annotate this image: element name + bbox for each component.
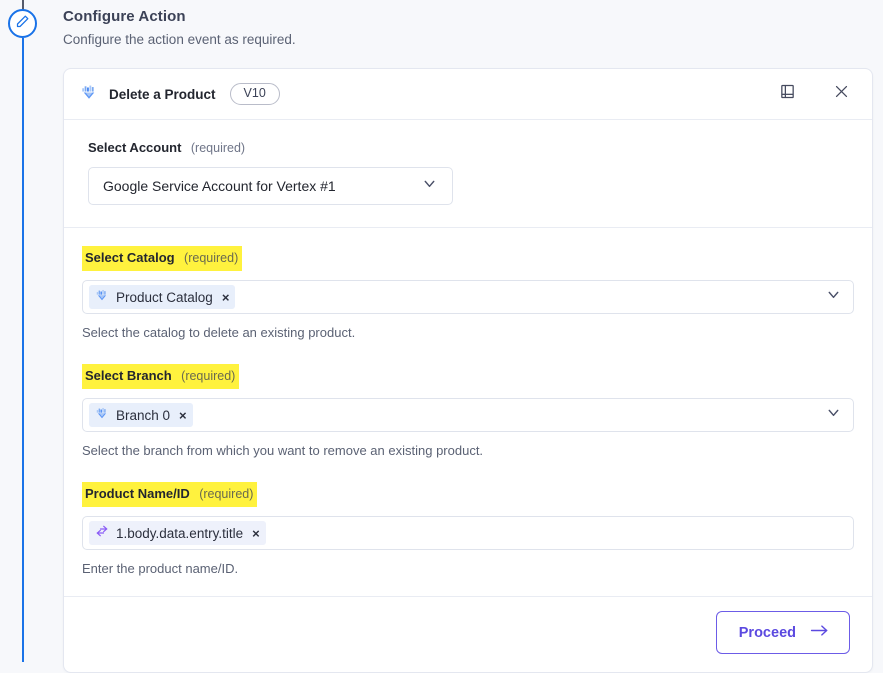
configure-action-card: Delete a Product V10 Select Account (req…	[63, 68, 873, 673]
page-title: Configure Action	[63, 8, 186, 25]
proceed-button[interactable]: Proceed	[715, 611, 850, 654]
product-name-chip-label: 1.body.data.entry.title	[116, 525, 244, 541]
catalog-helper-text: Select the catalog to delete an existing…	[82, 325, 356, 340]
branch-chip-remove-icon[interactable]: ×	[179, 409, 187, 422]
branch-label: Select Branch	[85, 368, 172, 383]
catalog-required-hint: (required)	[184, 251, 239, 265]
docs-button[interactable]	[774, 81, 800, 107]
timeline-line-bottom	[22, 38, 24, 662]
book-icon	[779, 83, 796, 105]
vertex-ai-retail-icon	[80, 83, 98, 106]
card-footer: Proceed	[64, 597, 872, 672]
chevron-down-icon	[825, 404, 842, 426]
product-name-chip-area: 1.body.data.entry.title ×	[89, 521, 845, 545]
catalog-input[interactable]: Product Catalog ×	[82, 280, 854, 314]
account-select-value: Google Service Account for Vertex #1	[103, 178, 336, 194]
vertex-ai-retail-icon	[95, 288, 109, 307]
catalog-chip-remove-icon[interactable]: ×	[222, 291, 230, 304]
proceed-button-label: Proceed	[738, 624, 796, 641]
version-badge: V10	[229, 83, 280, 105]
timeline-edit-node[interactable]	[8, 9, 37, 38]
branch-input[interactable]: Branch 0 ×	[82, 398, 854, 432]
product-name-label-row: Product Name/ID (required)	[82, 482, 258, 507]
catalog-label-row: Select Catalog (required)	[82, 246, 243, 271]
field-group-product-name: Product Name/ID (required) 1.body.data.e…	[82, 482, 854, 576]
product-name-chip-remove-icon[interactable]: ×	[252, 527, 260, 540]
chevron-down-icon	[825, 286, 842, 308]
variable-swap-icon	[95, 524, 109, 543]
branch-chip[interactable]: Branch 0 ×	[89, 403, 193, 427]
branch-chip-label: Branch 0	[116, 407, 171, 423]
field-group-branch: Select Branch (required) Branch 0 × Sele…	[82, 364, 854, 458]
account-label: Select Account	[88, 140, 182, 155]
chevron-down-icon	[421, 175, 438, 197]
branch-chip-area: Branch 0 ×	[89, 403, 821, 427]
account-section: Select Account (required) Google Service…	[64, 120, 872, 228]
branch-required-hint: (required)	[181, 369, 236, 383]
timeline-rail	[0, 0, 46, 662]
page-subtitle: Configure the action event as required.	[63, 32, 296, 47]
product-name-chip[interactable]: 1.body.data.entry.title ×	[89, 521, 266, 545]
card-title: Delete a Product	[109, 86, 216, 102]
vertex-ai-retail-icon	[95, 406, 109, 425]
catalog-label: Select Catalog	[85, 250, 175, 265]
product-name-required-hint: (required)	[199, 487, 254, 501]
card-header-left: Delete a Product V10	[80, 83, 774, 106]
catalog-chip-label: Product Catalog	[116, 289, 213, 305]
catalog-dropdown-toggle[interactable]	[821, 286, 845, 308]
branch-dropdown-toggle[interactable]	[821, 404, 845, 426]
account-select[interactable]: Google Service Account for Vertex #1	[88, 167, 453, 205]
pencil-edit-icon	[15, 14, 30, 34]
fields-section: Select Catalog (required) Product Catalo…	[64, 228, 872, 597]
branch-helper-text: Select the branch from which you want to…	[82, 443, 484, 458]
account-label-row: Select Account (required)	[88, 138, 245, 158]
account-required-hint: (required)	[190, 141, 246, 155]
field-group-catalog: Select Catalog (required) Product Catalo…	[82, 246, 854, 340]
card-header: Delete a Product V10	[64, 69, 872, 120]
branch-label-row: Select Branch (required)	[82, 364, 240, 389]
product-name-helper-text: Enter the product name/ID.	[82, 561, 239, 576]
product-name-input[interactable]: 1.body.data.entry.title ×	[82, 516, 854, 550]
close-button[interactable]	[828, 81, 854, 107]
product-name-label: Product Name/ID	[85, 486, 190, 501]
arrow-right-icon	[810, 623, 829, 642]
catalog-chip-area: Product Catalog ×	[89, 285, 821, 309]
close-icon	[833, 83, 850, 105]
catalog-chip[interactable]: Product Catalog ×	[89, 285, 236, 309]
page-heading: Configure Action Configure the action ev…	[63, 8, 763, 47]
